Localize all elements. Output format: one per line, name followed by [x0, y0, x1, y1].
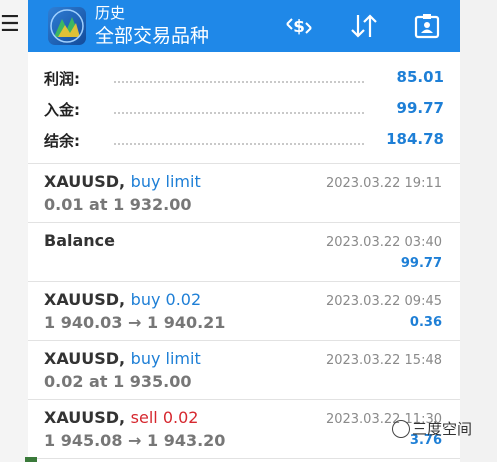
watermark-logo-icon: [392, 420, 410, 438]
metatrader-logo-icon[interactable]: [48, 7, 86, 45]
history-list-item[interactable]: XAUUSD, buy limit 0.01 at 1 932.00 2023.…: [28, 164, 460, 223]
deal-detail: 1 940.03 → 1 940.21: [44, 313, 226, 332]
header-title[interactable]: 全部交易品种: [95, 23, 209, 49]
deal-separator: ,: [119, 408, 131, 427]
bottom-edge-mark: [25, 457, 37, 462]
background-app-strip: ☰: [0, 0, 28, 462]
deal-symbol: XAUUSD: [44, 290, 120, 309]
summary-value: 184.78: [386, 130, 444, 148]
deal-title: XAUUSD, buy limit: [44, 172, 201, 191]
deal-title: XAUUSD, buy 0.02: [44, 290, 201, 309]
header-titles: 历史 全部交易品种: [95, 4, 209, 49]
deal-symbol: XAUUSD: [44, 408, 120, 427]
exchange-dollar-button[interactable]: $: [283, 10, 315, 42]
deal-symbol: XAUUSD: [44, 172, 120, 191]
deal-type: buy limit: [130, 172, 201, 191]
history-list-item[interactable]: XAUUSD, buy 0.02 1 940.03 → 1 940.21 202…: [28, 282, 460, 341]
menu-icon[interactable]: ☰: [0, 14, 20, 36]
screen: ☰ 历史 全部交易品种 $ 利润: 85.01 入金: 99.77 结余: 18…: [0, 0, 497, 462]
summary-label: 入金:: [44, 101, 80, 119]
deal-profit: 99.77: [400, 256, 442, 271]
deal-separator: ,: [119, 349, 131, 368]
deal-time: 2023.03.22 03:40: [325, 235, 442, 250]
deal-symbol: XAUUSD: [44, 349, 120, 368]
history-panel: 历史 全部交易品种 $ 利润: 85.01 入金: 99.77 结余: 184.…: [28, 0, 460, 462]
deal-title: XAUUSD, sell 0.02: [44, 408, 198, 427]
deal-detail: 0.01 at 1 932.00: [44, 195, 192, 214]
deal-title: XAUUSD, buy limit: [44, 349, 201, 368]
summary-row-profit: 利润: 85.01: [44, 64, 444, 92]
deal-symbol: Balance: [44, 231, 115, 250]
account-summary: 利润: 85.01 入金: 99.77 结余: 184.78: [28, 52, 460, 164]
sort-icon: [351, 14, 377, 38]
sort-button[interactable]: [348, 10, 380, 42]
watermark-text: 三度空间: [412, 420, 473, 438]
watermark: 三度空间: [392, 418, 492, 440]
id-card-icon: [414, 14, 440, 39]
deal-separator: ,: [119, 172, 131, 191]
summary-row-deposit: 入金: 99.77: [44, 95, 444, 123]
deal-time: 2023.03.22 15:48: [325, 353, 442, 368]
summary-label: 结余:: [44, 132, 80, 150]
summary-value: 99.77: [396, 99, 444, 117]
deal-title: Balance: [44, 231, 115, 250]
header-subtitle: 历史: [95, 4, 126, 22]
background-app-strip-right: [459, 0, 497, 462]
deal-separator: ,: [119, 290, 131, 309]
summary-value: 85.01: [396, 68, 444, 86]
top-bar: 历史 全部交易品种 $: [28, 0, 460, 52]
report-button[interactable]: [411, 10, 443, 42]
dotted-leader: [114, 112, 364, 114]
history-list-item[interactable]: XAUUSD, buy limit 0.02 at 1 935.00 2023.…: [28, 341, 460, 400]
deal-detail: 1 945.08 → 1 943.20: [44, 431, 226, 450]
dotted-leader: [114, 81, 364, 83]
deal-detail: 0.02 at 1 935.00: [44, 372, 192, 391]
deal-time: 2023.03.22 09:45: [325, 294, 442, 309]
dotted-leader: [114, 143, 364, 145]
history-list-item[interactable]: Balance 2023.03.22 03:40 99.77: [28, 223, 460, 282]
deal-type: buy limit: [130, 349, 201, 368]
summary-label: 利润:: [44, 70, 80, 88]
deal-type: buy 0.02: [130, 290, 202, 309]
deal-type: sell 0.02: [130, 408, 199, 427]
deal-time: 2023.03.22 19:11: [325, 176, 442, 191]
summary-row-balance: 结余: 184.78: [44, 126, 444, 154]
deal-profit: 0.36: [409, 315, 442, 330]
svg-text:$: $: [293, 17, 305, 37]
exchange-dollar-icon: $: [286, 17, 312, 37]
